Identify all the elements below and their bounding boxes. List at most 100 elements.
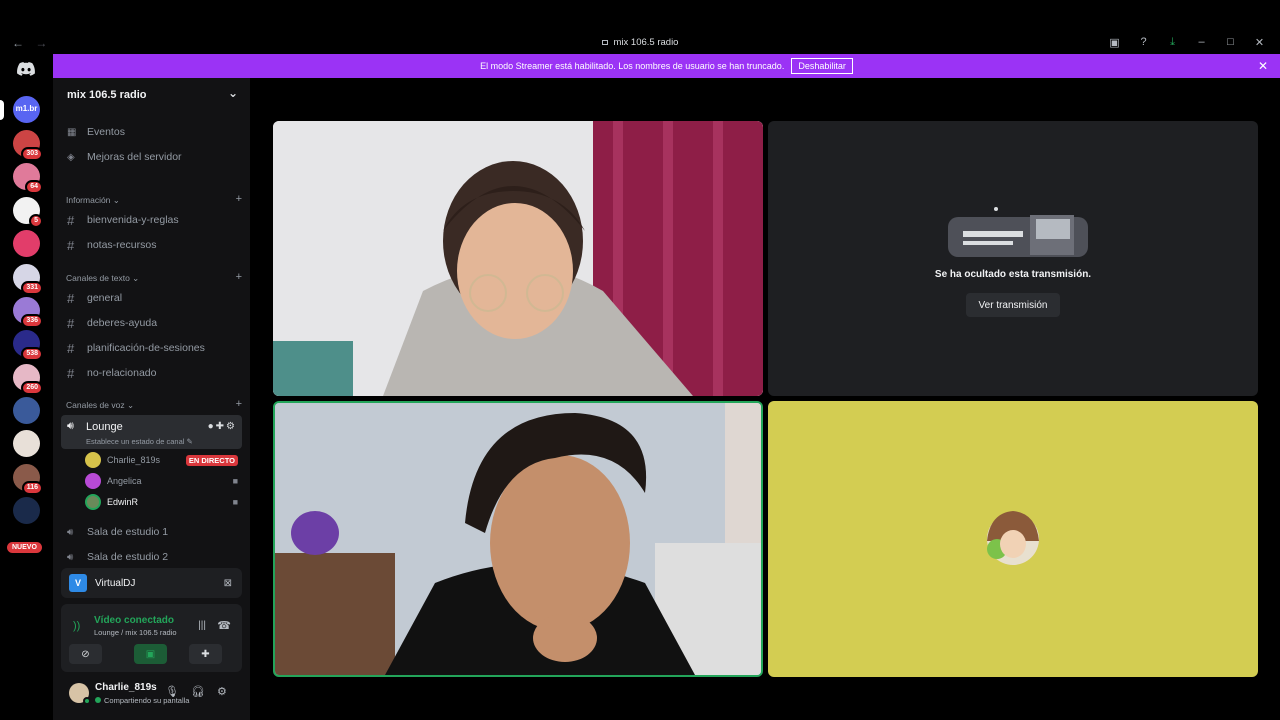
server-header[interactable]: mix 106.5 radio ⌄ [53,78,250,112]
add-channel-icon[interactable]: + [236,271,242,284]
chevron-down-icon: ⌄ [227,86,238,100]
mention-badge: 538 [21,347,43,361]
hash-icon: # [67,340,75,356]
channel-planificacion[interactable]: # planificación-de-sesiones [61,337,242,359]
calendar-icon: ▦ [67,126,77,138]
activities-button[interactable]: ✚ [189,644,222,664]
server-icon[interactable] [13,430,40,457]
camera-off-button[interactable]: ⊘ [69,644,102,664]
voice-user[interactable]: Charlie_819s EN DIRECTO [85,450,242,470]
disconnect-icon[interactable]: ☎ [217,619,231,632]
hash-icon: # [67,237,75,253]
banner-message: El modo Streamer está habilitado. Los no… [480,61,785,71]
server-icon[interactable]: 303 [13,130,43,161]
mention-badge: 260 [21,381,43,395]
voice-channel-lounge[interactable]: 🔊︎ Lounge Establece un estado de canal ✎… [61,415,242,449]
server-icon[interactable]: 64 [13,163,43,194]
help-icon[interactable]: ? [1129,34,1158,50]
server-rail: m1.br 303 64 5 331 336 538 260 116 NUEVO [0,54,53,720]
speaker-icon: 🔊︎ [67,420,74,432]
voice-user[interactable]: EdwinR ■ [85,492,242,512]
hash-icon: # [67,290,75,306]
webcam-feed [275,403,761,675]
server-icon[interactable] [13,230,40,257]
hidden-stream-message: Se ha ocultado esta transmisión. [934,269,1092,280]
channel-general[interactable]: # general [61,287,242,309]
mention-badge: 336 [21,314,43,328]
voice-user[interactable]: Angelica ■ [85,471,242,491]
voice-connection-panel: )) Vídeo conectado Lounge / mix 106.5 ra… [61,604,242,672]
stop-activity-icon[interactable]: ⊠ [224,578,232,589]
server-icon[interactable]: 331 [13,264,43,295]
username[interactable]: Charlie_819s [95,682,157,693]
category-voice[interactable]: Canales de voz ⌄ + [66,398,242,411]
channel-no-relacionado[interactable]: # no-relacionado [61,362,242,384]
server-icon[interactable] [13,397,40,424]
settings-icon[interactable]: ⚙ [217,685,227,698]
new-badge[interactable]: NUEVO [7,542,42,553]
server-boost-item[interactable]: ◈ Mejoras del servidor [61,146,242,168]
voice-status[interactable]: Vídeo conectado [94,615,174,626]
channel-actions[interactable]: ●✚⚙ [208,421,237,432]
server-icon[interactable]: 116 [13,464,43,495]
banner-close-icon[interactable]: ✕ [1258,59,1268,73]
server-icon[interactable]: 336 [13,297,43,328]
events-item[interactable]: ▦ Eventos [61,121,242,143]
close-window-icon[interactable]: ✕ [1245,34,1274,50]
camera-icon: ■ [232,497,238,507]
hidden-stream-tile: Se ha ocultado esta transmisión. Ver tra… [768,121,1258,396]
video-tile-edwinr[interactable] [273,401,763,677]
screen-share-button[interactable]: ▣ [134,644,167,664]
streamer-mode-banner: El modo Streamer está habilitado. Los no… [53,54,1280,78]
activity-app-panel[interactable]: V VirtualDJ ⊠ [61,568,242,598]
avatar [85,452,101,468]
mention-badge: 116 [21,481,43,495]
online-status-icon [83,697,91,705]
server-initials: m1.br [15,104,38,113]
watch-stream-button[interactable]: Ver transmisión [966,293,1060,317]
camera-icon: ■ [232,476,238,486]
inbox-icon[interactable]: ▣ [1100,34,1129,50]
avatar [85,473,101,489]
hash-icon: # [67,315,75,331]
server-icon[interactable]: 260 [13,364,43,395]
user-panel: Charlie_819s Compartiendo su pantalla 🎙︎… [53,676,250,720]
add-channel-icon[interactable]: + [236,193,242,206]
film-illustration-icon [948,207,1088,257]
server-icon[interactable]: m1.br [13,96,40,123]
speaker-icon: 🔊︎ [67,526,74,538]
avatar-tile-charlie[interactable] [768,401,1258,677]
live-badge: EN DIRECTO [185,454,238,466]
category-text[interactable]: Canales de texto ⌄ + [66,271,242,284]
channel-notas[interactable]: # notas-recursos [61,234,242,256]
selected-server-pill [0,100,4,120]
minimize-icon[interactable]: – [1187,34,1216,50]
mention-badge: 303 [21,147,43,161]
download-icon[interactable]: ⤓ [1158,34,1187,50]
video-tile-angelica[interactable] [273,121,763,396]
window-title: mix 106.5 radio [0,37,1280,48]
mention-badge: 331 [21,281,43,295]
hash-icon: # [67,365,75,381]
headphones-icon[interactable]: 🎧︎ [191,685,205,698]
noise-suppression-icon[interactable]: ||| [198,620,206,631]
channel-deberes[interactable]: # deberes-ayuda [61,312,242,334]
microphone-icon[interactable]: 🎙︎ [165,685,179,698]
maximize-icon[interactable]: □ [1216,34,1245,50]
channel-bienvenida[interactable]: # bienvenida-y-reglas [61,209,242,231]
avatar [85,494,101,510]
server-icon[interactable] [13,497,40,524]
category-info[interactable]: Información ⌄ + [66,193,242,206]
voice-channel-sala-1[interactable]: 🔊︎ Sala de estudio 1 [61,521,242,543]
boost-icon: ◈ [67,151,75,163]
add-channel-icon[interactable]: + [236,398,242,411]
voice-channel-sala-2[interactable]: 🔊︎ Sala de estudio 2 [61,546,242,568]
server-icon[interactable]: 5 [13,197,43,228]
title-bar: ← → mix 106.5 radio ▣ ? ⤓ – □ ✕ [0,0,1280,54]
channel-status-input[interactable]: Establece un estado de canal ✎ [86,437,193,446]
disable-streamer-button[interactable]: Deshabilitar [791,58,853,74]
signal-icon[interactable]: )) [73,620,80,632]
server-icon[interactable]: 538 [13,330,43,361]
discord-logo-icon[interactable] [16,62,36,76]
server-name: mix 106.5 radio [67,89,147,101]
